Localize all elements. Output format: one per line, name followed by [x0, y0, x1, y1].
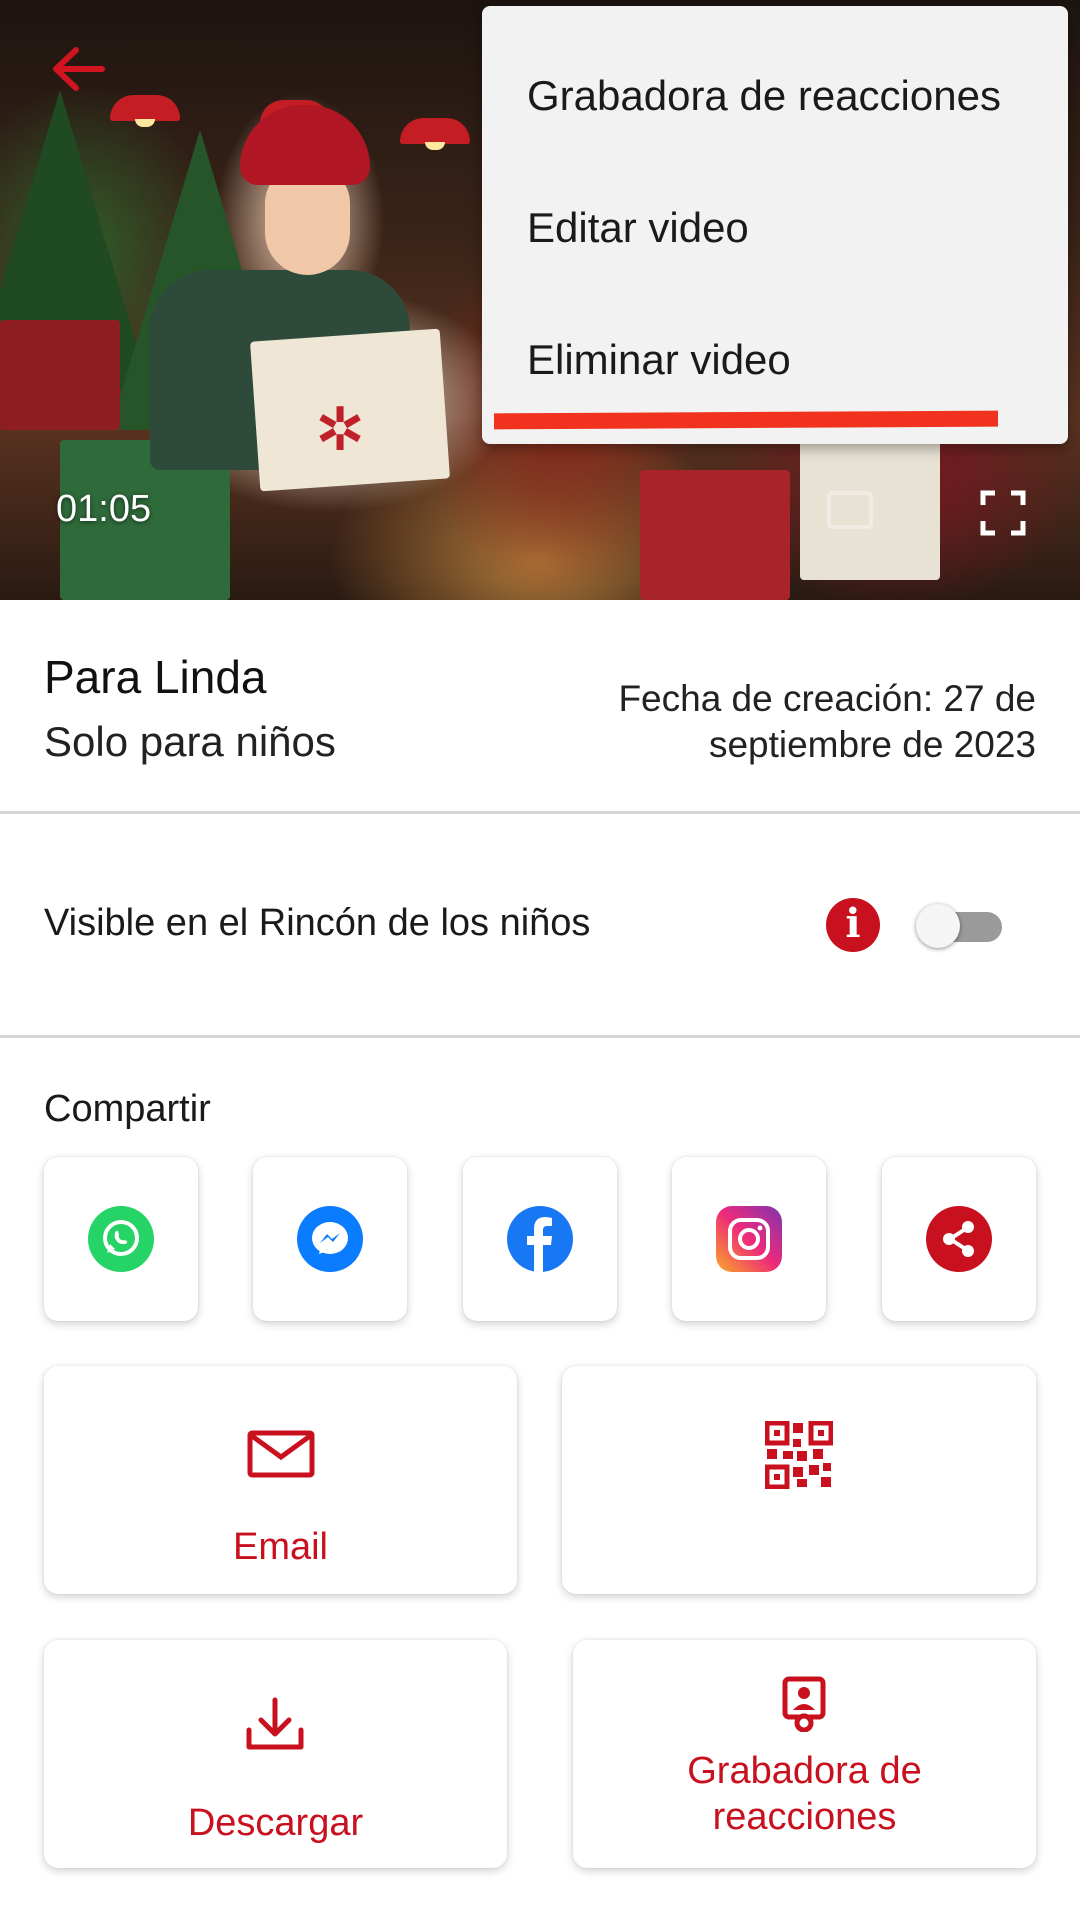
share-more-button[interactable]	[882, 1157, 1036, 1321]
share-instagram-button[interactable]	[672, 1157, 826, 1321]
snowflake-mark: ✲	[315, 395, 366, 465]
visibility-label: Visible en el Rincón de los niños	[44, 902, 591, 944]
reaction-recorder-button[interactable]: Grabadora de reacciones	[573, 1640, 1036, 1868]
share-whatsapp-button[interactable]	[44, 1157, 198, 1321]
lamp	[110, 95, 180, 127]
reaction-recorder-label: Grabadora de reacciones	[687, 1750, 922, 1838]
share-facebook-button[interactable]	[463, 1157, 617, 1321]
gift	[640, 470, 790, 600]
email-label: Email	[232, 1526, 329, 1568]
instagram-icon	[716, 1206, 782, 1272]
mail-icon	[247, 1430, 315, 1478]
gift	[0, 320, 120, 430]
video-title: Para Linda	[44, 651, 267, 703]
qr-code-icon	[765, 1421, 833, 1489]
elf-hat	[240, 105, 370, 185]
qr-code-button[interactable]	[562, 1366, 1036, 1594]
highlight-underline	[493, 410, 999, 430]
share-messenger-button[interactable]	[253, 1157, 407, 1321]
cast-icon[interactable]	[826, 490, 874, 532]
info-glyph: i	[845, 900, 861, 947]
download-icon	[245, 1696, 305, 1752]
divider	[0, 811, 1080, 814]
back-arrow-icon[interactable]	[48, 44, 108, 94]
info-icon[interactable]: i	[826, 898, 880, 952]
menu-item-edit-video[interactable]: Editar video	[527, 204, 749, 252]
toggle-thumb	[916, 904, 960, 948]
share-label: Compartir	[44, 1088, 211, 1130]
messenger-icon	[297, 1206, 363, 1272]
whatsapp-icon	[88, 1206, 154, 1272]
download-label: Descargar	[187, 1802, 364, 1844]
menu-item-delete-video[interactable]: Eliminar video	[527, 336, 791, 384]
facebook-icon	[507, 1206, 573, 1272]
download-button[interactable]: Descargar	[44, 1640, 507, 1868]
email-button[interactable]: Email	[44, 1366, 517, 1594]
reaction-recorder-icon	[781, 1676, 827, 1732]
lamp	[400, 118, 470, 150]
share-icon	[926, 1206, 992, 1272]
video-duration: 01:05	[56, 488, 152, 530]
divider	[0, 1035, 1080, 1038]
overflow-menu: Grabadora de reacciones Editar video Eli…	[482, 6, 1068, 444]
visibility-toggle[interactable]	[916, 904, 1006, 948]
creation-date: Fecha de creación: 27 de septiembre de 2…	[618, 678, 1036, 765]
fullscreen-icon[interactable]	[980, 490, 1026, 536]
menu-item-reaction-recorder[interactable]: Grabadora de reacciones	[527, 72, 1001, 120]
video-audience: Solo para niños	[44, 718, 336, 765]
